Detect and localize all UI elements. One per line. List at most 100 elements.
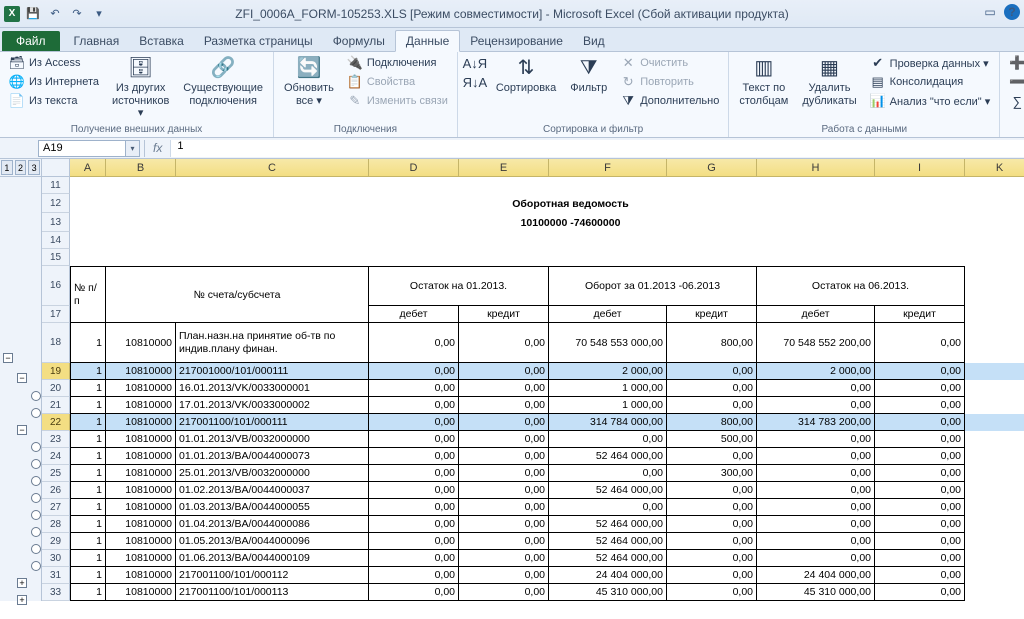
cell-n[interactable]: 1 (70, 516, 106, 533)
row-header[interactable]: 17 (42, 306, 70, 323)
advanced-filter-button[interactable]: ⧩Дополнительно (617, 92, 722, 110)
cell-desc[interactable]: 01.01.2013/VB/0032000000 (176, 431, 369, 448)
cell-desc[interactable]: 01.03.2013/BA/0044000055 (176, 499, 369, 516)
col-header[interactable]: H (757, 159, 875, 177)
cell-val[interactable]: 0,00 (549, 431, 667, 448)
cell-acct[interactable]: 10810000 (106, 584, 176, 601)
cell-desc[interactable]: 01.02.2013/BA/0044000037 (176, 482, 369, 499)
cell-val[interactable]: 24 404 000,00 (757, 567, 875, 584)
col-header[interactable]: K (965, 159, 1024, 177)
tab-insert[interactable]: Вставка (129, 31, 194, 51)
cell-val[interactable]: 0,00 (667, 516, 757, 533)
col-header[interactable]: F (549, 159, 667, 177)
cell-val[interactable]: 52 464 000,00 (549, 516, 667, 533)
cell-val[interactable]: 0,00 (667, 397, 757, 414)
cell-acct[interactable]: 10810000 (106, 465, 176, 482)
cell-desc[interactable]: 217001100/101/000111 (176, 414, 369, 431)
cell-val[interactable]: 52 464 000,00 (549, 448, 667, 465)
cell-acct[interactable]: 10810000 (106, 482, 176, 499)
row-header[interactable]: 28 (42, 516, 70, 533)
cell-val[interactable]: 0,00 (459, 482, 549, 499)
cell-val[interactable]: 0,00 (369, 567, 459, 584)
cell-n[interactable]: 1 (70, 380, 106, 397)
cell-desc[interactable]: 25.01.2013/VB/0032000000 (176, 465, 369, 482)
col-header[interactable]: A (70, 159, 106, 177)
outline-toggle[interactable]: − (16, 425, 28, 435)
file-tab[interactable]: Файл (2, 31, 60, 51)
cell-val[interactable]: 0,00 (667, 567, 757, 584)
cell-val[interactable]: 0,00 (369, 397, 459, 414)
cell-val[interactable]: 52 464 000,00 (549, 482, 667, 499)
cell-val[interactable]: 0,00 (757, 380, 875, 397)
what-if-button[interactable]: 📊Анализ "что если" ▾ (867, 92, 994, 110)
cell-val[interactable]: 0,00 (667, 380, 757, 397)
cell-val[interactable]: 0,00 (875, 397, 965, 414)
cell-desc[interactable]: План.назн.на принятие об-тв по индив.пла… (176, 323, 369, 363)
row-header[interactable]: 11 (42, 177, 70, 194)
row-header[interactable]: 18 (42, 323, 70, 363)
row-header[interactable]: 15 (42, 249, 70, 266)
cell-val[interactable]: 24 404 000,00 (549, 567, 667, 584)
cell-val[interactable]: 0,00 (875, 323, 965, 363)
row-header[interactable]: 22 (42, 414, 70, 431)
cell-n[interactable]: 1 (70, 431, 106, 448)
cell-val[interactable]: 0,00 (667, 550, 757, 567)
cell-val[interactable]: 0,00 (667, 499, 757, 516)
cell-desc[interactable]: 217001100/101/000112 (176, 567, 369, 584)
name-box-dropdown-icon[interactable]: ▾ (126, 140, 140, 157)
save-icon[interactable]: 💾 (24, 5, 42, 23)
row-header[interactable]: 27 (42, 499, 70, 516)
sort-asc-button[interactable]: А↓Я (464, 54, 486, 72)
cell-val[interactable]: 0,00 (757, 550, 875, 567)
cell-n[interactable]: 1 (70, 499, 106, 516)
cell-val[interactable]: 0,00 (459, 397, 549, 414)
cell-val[interactable]: 0,00 (667, 533, 757, 550)
cell-val[interactable]: 0,00 (667, 584, 757, 601)
row-header[interactable]: 33 (42, 584, 70, 601)
cell-val[interactable]: 500,00 (667, 431, 757, 448)
cell-val[interactable]: 0,00 (875, 380, 965, 397)
cell-val[interactable]: 0,00 (875, 431, 965, 448)
cell-n[interactable]: 1 (70, 567, 106, 584)
cell-val[interactable]: 45 310 000,00 (549, 584, 667, 601)
cell-val[interactable]: 0,00 (369, 482, 459, 499)
text-to-columns-button[interactable]: ▥Текст по столбцам (735, 54, 792, 109)
cell-desc[interactable]: 01.01.2013/BA/0044000073 (176, 448, 369, 465)
cell-acct[interactable]: 10810000 (106, 397, 176, 414)
cell-val[interactable]: 0,00 (459, 567, 549, 584)
row-header[interactable]: 14 (42, 232, 70, 249)
cell-val[interactable]: 0,00 (667, 363, 757, 380)
refresh-all-button[interactable]: 🔄Обновить все ▾ (280, 54, 338, 109)
cell-n[interactable]: 1 (70, 363, 106, 380)
connections-button[interactable]: 🔌Подключения (344, 54, 451, 72)
cell-desc[interactable]: 01.05.2013/BA/0044000096 (176, 533, 369, 550)
select-all[interactable] (42, 159, 70, 177)
cell-val[interactable]: 0,00 (459, 380, 549, 397)
cell-n[interactable]: 1 (70, 584, 106, 601)
cell-val[interactable]: 0,00 (667, 482, 757, 499)
cell-val[interactable]: 0,00 (459, 363, 549, 380)
outline-levels[interactable]: 1 2 3 (0, 159, 41, 177)
cell-desc[interactable]: 01.06.2013/BA/0044000109 (176, 550, 369, 567)
tab-data[interactable]: Данные (395, 30, 460, 52)
cell-val[interactable]: 0,00 (549, 499, 667, 516)
cell-val[interactable]: 0,00 (667, 448, 757, 465)
cell-acct[interactable]: 10810000 (106, 533, 176, 550)
cell-acct[interactable]: 10810000 (106, 550, 176, 567)
from-web-button[interactable]: 🌐Из Интернета (6, 73, 102, 91)
existing-conn-button[interactable]: 🔗Существующие подключения (179, 54, 267, 109)
remove-duplicates-button[interactable]: ▦Удалить дубликаты (798, 54, 860, 109)
cell-n[interactable]: 1 (70, 482, 106, 499)
ungroup-button[interactable]: ➖Разгруппировать ▾ (1006, 73, 1024, 91)
cell-n[interactable]: 1 (70, 550, 106, 567)
group-button[interactable]: ➕Группировать ▾ (1006, 54, 1024, 72)
cell-val[interactable]: 45 310 000,00 (757, 584, 875, 601)
col-header[interactable]: B (106, 159, 176, 177)
cell-val[interactable]: 0,00 (875, 533, 965, 550)
cell-acct[interactable]: 10810000 (106, 431, 176, 448)
cell-val[interactable]: 0,00 (459, 499, 549, 516)
cell-val[interactable]: 0,00 (459, 323, 549, 363)
outline-toggle[interactable]: − (2, 353, 14, 363)
cell-val[interactable]: 0,00 (757, 499, 875, 516)
cell-val[interactable]: 0,00 (369, 533, 459, 550)
